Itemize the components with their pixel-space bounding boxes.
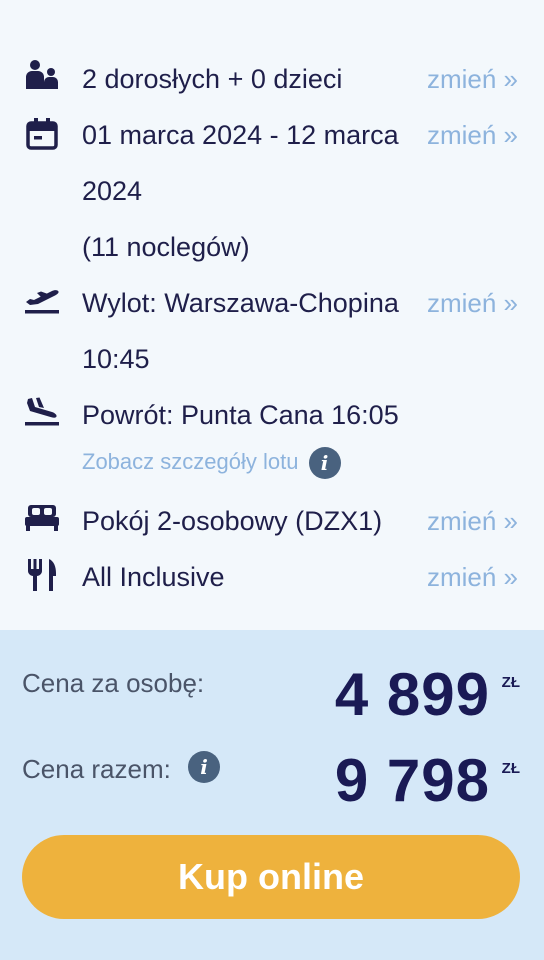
price-total-value: 9 798 bbox=[334, 747, 490, 814]
departure-time: 10:45 bbox=[82, 344, 150, 374]
plane-landing-icon bbox=[22, 395, 62, 435]
calendar-icon bbox=[22, 117, 62, 157]
cutlery-icon bbox=[22, 558, 62, 598]
departure-line-1: Wylot: Warszawa-Chopina bbox=[82, 288, 399, 318]
people-icon bbox=[22, 59, 62, 99]
guests-text: 2 dorosłych + 0 dzieci bbox=[82, 64, 343, 94]
board-text: All Inclusive bbox=[82, 562, 225, 592]
change-room-link[interactable]: zmień » bbox=[427, 493, 518, 549]
buy-online-button[interactable]: Kup online bbox=[22, 835, 520, 919]
flight-details-link[interactable]: Zobacz szczegóły lotu i bbox=[82, 447, 341, 479]
total-info-icon[interactable]: i bbox=[188, 751, 221, 784]
price-per-person-currency: ZŁ bbox=[501, 674, 520, 691]
nights-count: (11 noclegów) bbox=[82, 232, 250, 262]
price-total-label: Cena razem: i bbox=[22, 751, 221, 785]
flight-details-label[interactable]: Zobacz szczegóły lotu bbox=[82, 449, 298, 474]
room-text: Pokój 2-osobowy (DZX1) bbox=[82, 506, 383, 536]
change-departure-link[interactable]: zmień » bbox=[427, 275, 518, 331]
change-guests-link[interactable]: zmień » bbox=[427, 51, 518, 107]
return-line-1: Powrót: Punta Cana 16:05 bbox=[82, 400, 399, 430]
price-per-person-label: Cena za osobę: bbox=[22, 668, 205, 698]
plane-takeoff-icon bbox=[22, 285, 62, 325]
dates-line-1: 01 marca 2024 - 12 marca bbox=[82, 120, 399, 150]
change-dates-link[interactable]: zmień » bbox=[427, 107, 518, 163]
price-panel: Cena za osobę: 4 899 ZŁ Cena razem: i 9 … bbox=[0, 630, 544, 960]
booking-details: 2 dorosłych + 0 dzieci zmień » 01 marca … bbox=[0, 0, 544, 630]
price-per-person-value: 4 899 bbox=[334, 661, 490, 728]
change-board-link[interactable]: zmień » bbox=[427, 549, 518, 605]
price-total-label-text: Cena razem: bbox=[22, 754, 171, 784]
dates-line-2: 2024 bbox=[82, 176, 143, 206]
bed-icon bbox=[22, 503, 62, 543]
price-total-currency: ZŁ bbox=[501, 760, 520, 777]
info-icon[interactable]: i bbox=[308, 447, 341, 479]
